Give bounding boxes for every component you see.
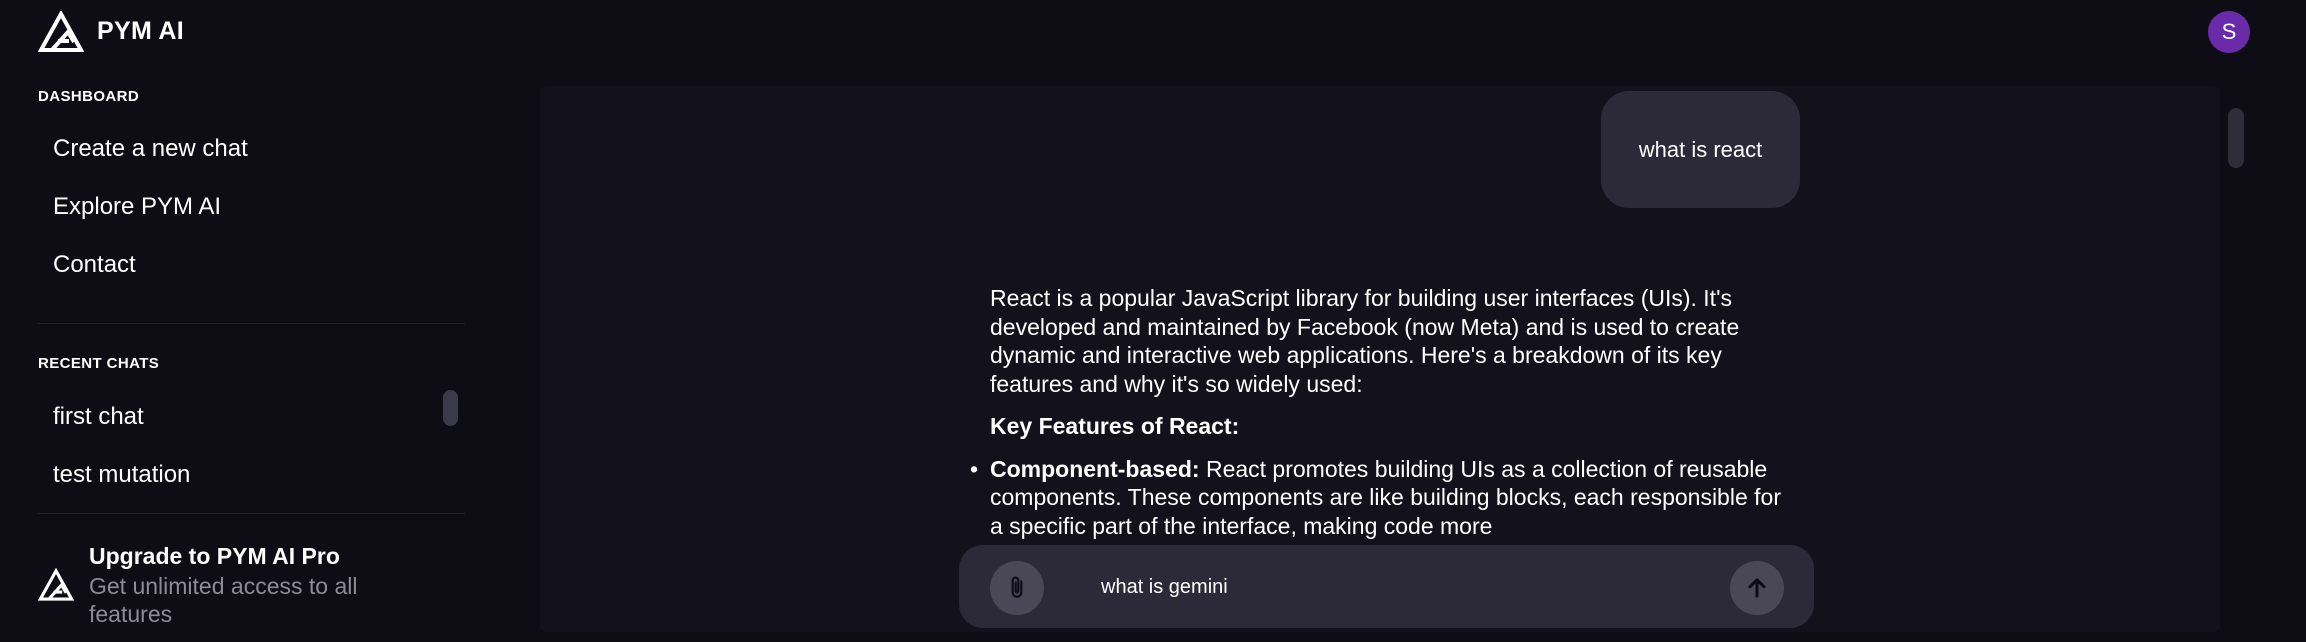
recent-chat-item[interactable]: test mutation [53,461,190,489]
user-message-bubble: what is react [1601,91,1800,208]
sidebar-item-contact[interactable]: Contact [53,251,136,279]
send-button[interactable] [1730,561,1784,615]
user-avatar[interactable]: S [2208,11,2250,53]
arrow-up-icon [1748,578,1766,598]
upgrade-title: Upgrade to PYM AI Pro [89,543,340,569]
list-item: Component-based: React promotes building… [970,455,1790,541]
answer-feature-list: Component-based: React promotes building… [970,455,1790,541]
top-header: PYM AI S [0,0,2306,68]
sidebar-item-explore[interactable]: Explore PYM AI [53,193,221,221]
brand-name: PYM AI [97,17,184,45]
sidebar-divider [38,513,465,514]
sidebar: DASHBOARD Create a new chat Explore PYM … [0,68,490,642]
recent-chats-section-label: RECENT CHATS [38,355,160,372]
answer-heading: Key Features of React: [990,413,1240,439]
attach-button[interactable] [990,561,1044,615]
chat-scrollbar[interactable] [2228,108,2244,168]
assistant-answer: React is a popular JavaScript library fo… [970,284,1790,541]
feature-term: Component-based: [990,455,1200,482]
recent-chat-item[interactable]: first chat [53,403,144,431]
paperclip-icon [1011,576,1023,598]
upgrade-subtitle: Get unlimited access to all features [89,573,358,627]
upgrade-pro-card[interactable]: Upgrade to PYM AI Pro Get unlimited acce… [0,68,490,627]
pym-logo-icon [38,568,74,601]
chat-input[interactable] [1101,565,1661,609]
message-composer [959,545,1814,628]
pym-logo-icon[interactable] [38,11,84,53]
sidebar-divider [38,323,465,324]
answer-intro: React is a popular JavaScript library fo… [990,285,1740,397]
recent-chats-scrollbar[interactable] [443,390,458,426]
